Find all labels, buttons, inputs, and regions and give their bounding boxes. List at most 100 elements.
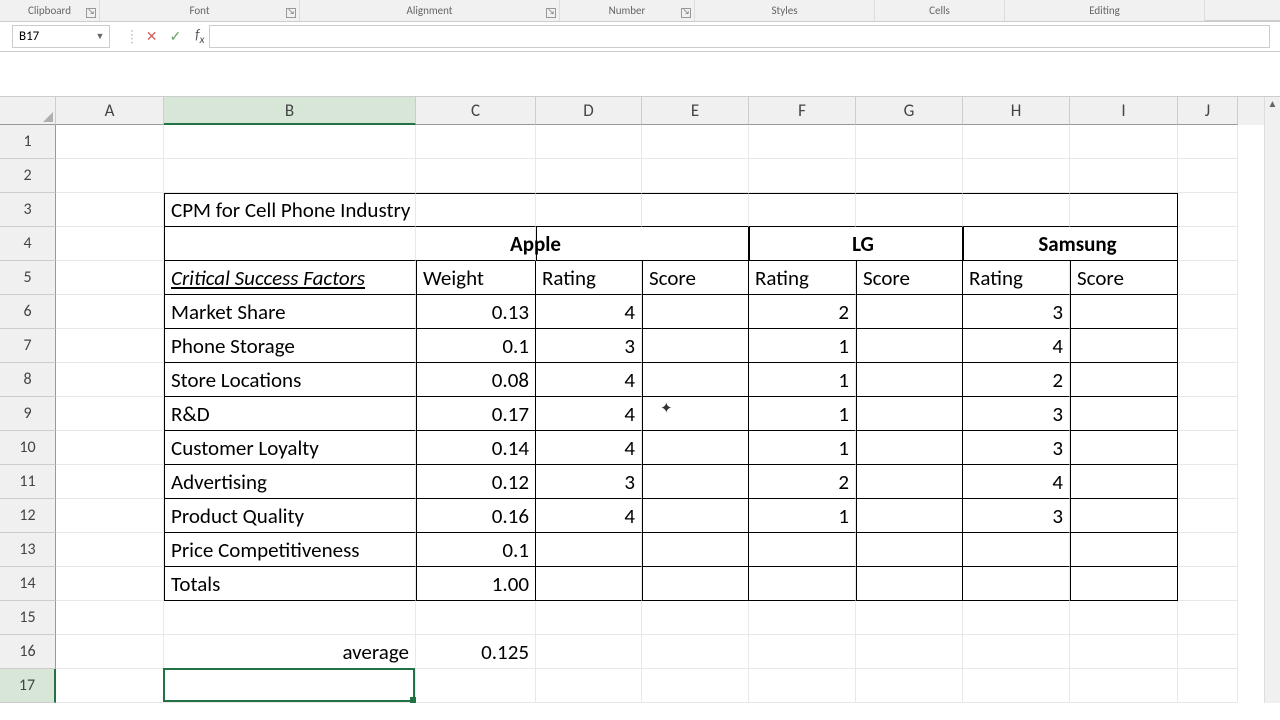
cell-J14[interactable] [1178,567,1238,601]
select-all-corner[interactable] [0,97,56,125]
cell-E3[interactable] [642,193,749,227]
cell-J4[interactable] [1178,227,1238,261]
cell-I1[interactable] [1070,125,1178,159]
cell-G10[interactable] [856,431,963,465]
cell-J5[interactable] [1178,261,1238,295]
cell-B16[interactable]: average [164,635,416,669]
col-header-A[interactable]: A [56,97,164,125]
cell-F12[interactable]: 1 [749,499,856,533]
fx-icon[interactable]: fx [195,26,204,47]
col-header-G[interactable]: G [856,97,963,125]
cell-F5[interactable]: Rating [749,261,856,295]
cancel-icon[interactable]: ✕ [146,28,158,45]
cell-D5[interactable]: Rating [536,261,642,295]
cell-F15[interactable] [749,601,856,635]
cell-C11[interactable]: 0.12 [416,465,536,499]
cell-G14[interactable] [856,567,963,601]
cell-F1[interactable] [749,125,856,159]
cell-G12[interactable] [856,499,963,533]
cell-I15[interactable] [1070,601,1178,635]
row-header-13[interactable]: 13 [0,533,56,567]
cell-A6[interactable] [56,295,164,329]
name-box[interactable]: B17 ▼ [12,25,110,48]
cell-I6[interactable] [1070,295,1178,329]
cell-J9[interactable] [1178,397,1238,431]
row-header-1[interactable]: 1 [0,125,56,159]
cell-E15[interactable] [642,601,749,635]
cell-B10[interactable]: Customer Loyalty [164,431,416,465]
row-header-8[interactable]: 8 [0,363,56,397]
cell-G16[interactable] [856,635,963,669]
scroll-up-icon[interactable]: ▲ [1265,97,1280,113]
col-header-E[interactable]: E [642,97,749,125]
cell-G17[interactable] [856,669,963,703]
spreadsheet[interactable]: ABCDEFGHIJ 1234567891011121314151617 CPM… [0,97,1280,703]
cell-D13[interactable] [536,533,642,567]
cell-E16[interactable] [642,635,749,669]
cell-G6[interactable] [856,295,963,329]
cell-H16[interactable] [963,635,1070,669]
cell-C13[interactable]: 0.1 [416,533,536,567]
col-header-H[interactable]: H [963,97,1070,125]
cell-C1[interactable] [416,125,536,159]
cell-B6[interactable]: Market Share [164,295,416,329]
cell-H7[interactable]: 4 [963,329,1070,363]
row-header-12[interactable]: 12 [0,499,56,533]
cell-C17[interactable] [416,669,536,703]
cell-E4[interactable] [642,227,749,261]
row-header-16[interactable]: 16 [0,635,56,669]
cell-A9[interactable] [56,397,164,431]
cell-J7[interactable] [1178,329,1238,363]
cell-C9[interactable]: 0.17 [416,397,536,431]
cell-F2[interactable] [749,159,856,193]
cell-D6[interactable]: 4 [536,295,642,329]
cell-A3[interactable] [56,193,164,227]
cell-G2[interactable] [856,159,963,193]
cell-D16[interactable] [536,635,642,669]
cell-C2[interactable] [416,159,536,193]
row-header-6[interactable]: 6 [0,295,56,329]
cell-I5[interactable]: Score [1070,261,1178,295]
cell-F7[interactable]: 1 [749,329,856,363]
cell-E8[interactable] [642,363,749,397]
cell-G5[interactable]: Score [856,261,963,295]
cell-J17[interactable] [1178,669,1238,703]
cell-B14[interactable]: Totals [164,567,416,601]
cell-C3[interactable] [416,193,536,227]
cell-I10[interactable] [1070,431,1178,465]
cell-E14[interactable] [642,567,749,601]
cell-F9[interactable]: 1 [749,397,856,431]
cell-D12[interactable]: 4 [536,499,642,533]
cell-D4[interactable]: Apple [536,227,642,261]
cell-I7[interactable] [1070,329,1178,363]
cell-A11[interactable] [56,465,164,499]
cell-B3[interactable]: CPM for Cell Phone Industry [164,193,416,227]
cell-B15[interactable] [164,601,416,635]
cell-C16[interactable]: 0.125 [416,635,536,669]
cell-F3[interactable] [749,193,856,227]
cell-H10[interactable]: 3 [963,431,1070,465]
cell-F16[interactable] [749,635,856,669]
cell-E1[interactable] [642,125,749,159]
cell-A15[interactable] [56,601,164,635]
cell-A8[interactable] [56,363,164,397]
cell-B1[interactable] [164,125,416,159]
cell-D2[interactable] [536,159,642,193]
cell-F13[interactable] [749,533,856,567]
cell-I2[interactable] [1070,159,1178,193]
cell-D3[interactable] [536,193,642,227]
cell-B17[interactable] [164,669,416,703]
cell-B8[interactable]: Store Locations [164,363,416,397]
cell-G13[interactable] [856,533,963,567]
cell-C8[interactable]: 0.08 [416,363,536,397]
formula-input[interactable] [209,25,1270,48]
cell-E10[interactable] [642,431,749,465]
cell-A1[interactable] [56,125,164,159]
cell-B9[interactable]: R&D [164,397,416,431]
row-header-15[interactable]: 15 [0,601,56,635]
col-header-F[interactable]: F [749,97,856,125]
cell-H6[interactable]: 3 [963,295,1070,329]
cell-D14[interactable] [536,567,642,601]
cell-H11[interactable]: 4 [963,465,1070,499]
row-header-17[interactable]: 17 [0,669,56,703]
